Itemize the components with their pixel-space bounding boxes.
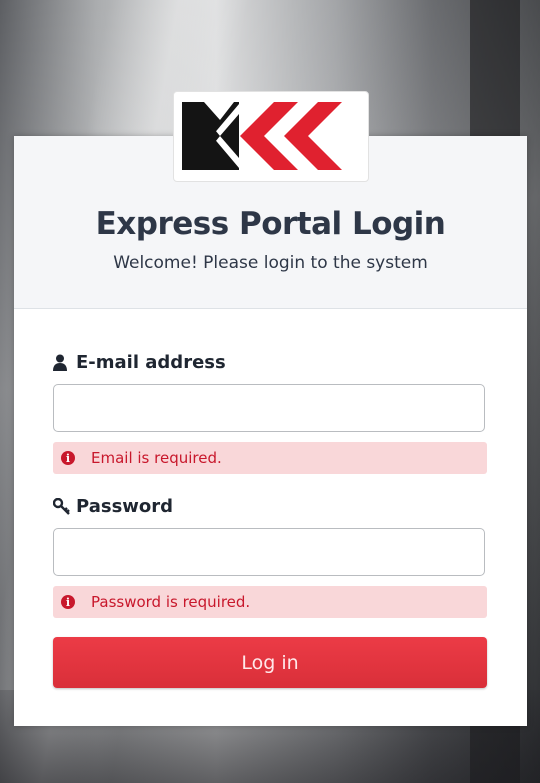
key-icon	[53, 497, 71, 516]
brand-logo	[173, 91, 369, 182]
password-label: Password	[53, 496, 173, 517]
xkk-chevrons-logo-icon	[182, 102, 342, 170]
password-error: i Password is required.	[53, 586, 487, 618]
user-icon	[53, 354, 71, 372]
email-error-text: Email is required.	[91, 449, 222, 467]
page-subtitle: Welcome! Please login to the system	[113, 253, 428, 273]
login-button[interactable]: Log in	[53, 637, 487, 688]
error-icon: i	[61, 595, 75, 609]
page-title: Express Portal Login	[95, 206, 446, 242]
password-error-text: Password is required.	[91, 593, 251, 611]
password-label-text: Password	[76, 496, 174, 517]
email-label: E-mail address	[53, 352, 226, 373]
error-icon: i	[61, 451, 75, 465]
email-field[interactable]	[53, 384, 485, 432]
email-label-text: E-mail address	[76, 352, 226, 373]
password-field[interactable]	[53, 528, 485, 576]
email-error: i Email is required.	[53, 442, 487, 474]
